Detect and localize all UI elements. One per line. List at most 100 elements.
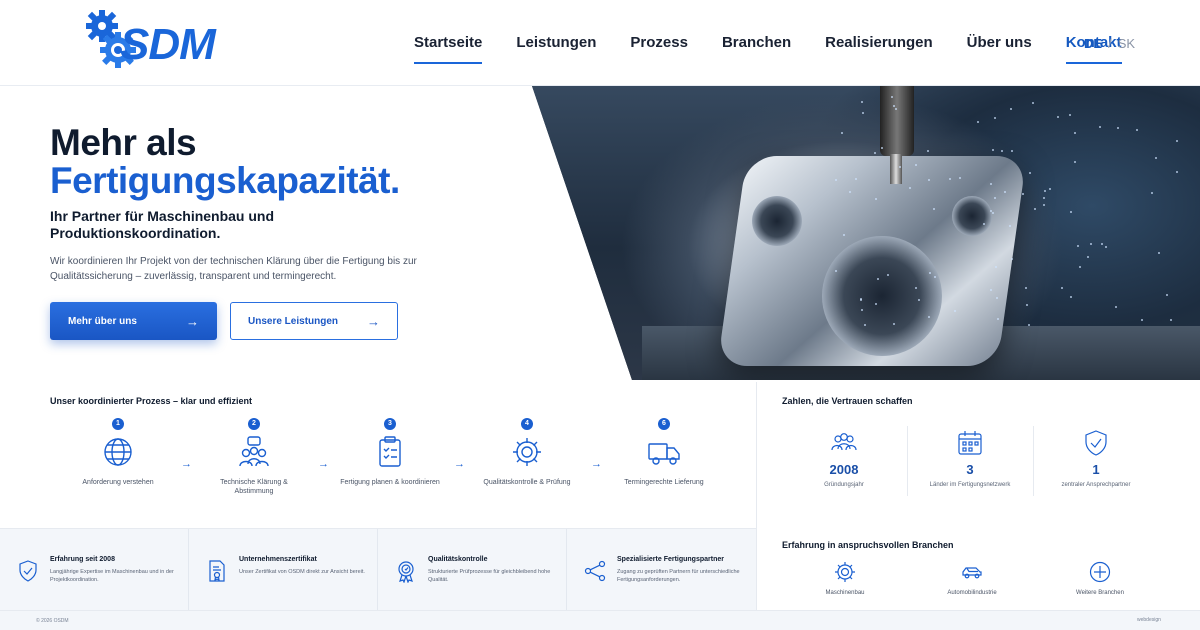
car-icon (960, 560, 984, 584)
spindle-tool (890, 154, 902, 184)
part-bore (822, 236, 942, 356)
shield-check-icon (16, 559, 40, 583)
stats-title: Zahlen, die Vertrauen schaffen (782, 396, 913, 406)
spray-droplet (1069, 296, 1072, 298)
process-step: 4 Qualitätskontrolle & Prüfung (477, 418, 577, 487)
nav-realisierungen[interactable]: Realisierungen (825, 34, 933, 64)
stat-value: 1 (1092, 462, 1100, 477)
spray-droplet (982, 222, 985, 225)
nav-prozess[interactable]: Prozess (630, 34, 688, 64)
hero-description: Wir koordinieren Ihr Projekt von der tec… (50, 256, 417, 282)
arrow-right-icon: → (181, 458, 192, 470)
globe-icon (100, 434, 136, 470)
nav-leistungen[interactable]: Leistungen (516, 34, 596, 64)
clipboard-icon (372, 434, 408, 470)
step-label: Termingerechte Lieferung (624, 479, 704, 486)
spray-droplet (1154, 156, 1157, 159)
spray-droplet (994, 116, 997, 119)
spray-droplet (1176, 139, 1179, 142)
industry-item: Automobilindustrie (917, 560, 1027, 596)
feature-item: Qualitätskontrolle Strukturierte Prüfpro… (378, 529, 567, 611)
spray-droplet (1141, 318, 1143, 321)
arrow-right-icon: → (318, 458, 329, 470)
badge-icon (394, 559, 418, 583)
arrow-right-icon: → (367, 313, 380, 329)
stat-value: 2008 (829, 462, 859, 477)
nav-startseite[interactable]: Startseite (414, 34, 483, 64)
process-step: 1 Anforderung verstehen (68, 418, 168, 487)
nav-branchen[interactable]: Branchen (722, 34, 791, 64)
process-step: 2 Technische Klärung & Abstimmung (204, 418, 304, 496)
spray-droplet (989, 288, 992, 291)
arrow-right-icon: → (454, 458, 465, 470)
footer-copyright: © 2026 OSDM (36, 618, 69, 624)
stat-label: Länder im Fertigungsnetzwerk (929, 482, 1011, 488)
feature-item: Erfahrung seit 2008 Langjährige Expertis… (0, 529, 189, 611)
industry-label: Maschinenbau (825, 590, 865, 596)
step-label: Technische Klärung & Abstimmung (220, 479, 288, 495)
process-step: 3 Fertigung planen & koordinieren (340, 418, 440, 487)
industry-label: Automobilindustrie (947, 590, 997, 596)
logo-text: SDM (120, 20, 216, 69)
about-us-button-label: Mehr über uns (68, 315, 137, 327)
spray-droplet (860, 309, 863, 312)
spray-droplet (996, 296, 999, 299)
feature-description: Zugang zu geprüften Partnern für untersc… (617, 569, 740, 583)
stat-value: 3 (966, 462, 974, 477)
spray-droplet (1028, 323, 1031, 326)
logo[interactable]: SDM (80, 8, 270, 72)
feature-title: Qualitätskontrolle (428, 556, 488, 563)
services-button[interactable]: Unsere Leistungen → (230, 302, 398, 340)
feature-item[interactable]: Unternehmenszertifikat Unser Zertifikat … (189, 529, 378, 611)
spray-droplet (855, 177, 858, 180)
spray-droplet (914, 287, 917, 290)
hero-subtitle: Ihr Partner für Maschinenbau und Produkt… (50, 208, 275, 241)
footer-credit-link[interactable]: webdesign (1137, 617, 1161, 623)
calendar-icon (955, 428, 985, 458)
spray-droplet (842, 234, 845, 237)
spray-droplet (1056, 115, 1059, 118)
step-label: Qualitätskontrolle & Prüfung (483, 479, 571, 486)
industry-item: Weitere Branchen (1045, 560, 1155, 596)
spray-droplet (892, 104, 895, 107)
step-number: 2 (248, 418, 260, 430)
stat-item: 1 zentraler Ansprechpartner (1033, 428, 1159, 489)
lang-sk[interactable]: SK (1118, 36, 1135, 51)
spray-droplet (1028, 171, 1031, 174)
nav-ueber-uns[interactable]: Über uns (967, 34, 1032, 64)
spray-droplet (928, 315, 931, 318)
feature-title: Spezialisierte Fertigungspartner (617, 556, 724, 563)
plus-circle-icon (1088, 560, 1112, 584)
spray-droplet (873, 152, 876, 155)
process-title: Unser koordinierter Prozess – klar und e… (50, 396, 253, 406)
section-divider (756, 382, 757, 610)
step-label: Fertigung planen & koordinieren (340, 479, 440, 486)
site-header: SDM Startseite Leistungen Prozess Branch… (0, 0, 1200, 86)
spray-droplet (899, 165, 902, 168)
gear-icon (833, 560, 857, 584)
features-bar: Erfahrung seit 2008 Langjährige Expertis… (0, 528, 756, 611)
spray-droplet (994, 265, 997, 268)
about-us-button[interactable]: Mehr über uns → (50, 302, 217, 340)
spray-droplet (861, 111, 864, 114)
shield-check-icon (1081, 428, 1111, 458)
process-step: 6 Termingerechte Lieferung (614, 418, 714, 487)
spray-droplet (948, 178, 951, 181)
spindle (880, 86, 914, 156)
step-number: 6 (658, 418, 670, 430)
spray-droplet (914, 164, 917, 167)
gear-icon (509, 434, 545, 470)
industry-item: Maschinenbau (790, 560, 900, 596)
industries-title: Erfahrung in anspruchsvollen Branchen (782, 540, 954, 550)
spray-droplet (953, 309, 956, 312)
lang-de[interactable]: DE (1084, 36, 1102, 51)
feature-item: Spezialisierte Fertigungspartner Zugang … (567, 529, 756, 611)
arrow-right-icon: → (186, 313, 199, 329)
hero-title-line1: Mehr als (50, 122, 197, 163)
stat-label: zentraler Ansprechpartner (1061, 482, 1131, 488)
spray-droplet (840, 131, 843, 134)
spray-droplet (1165, 293, 1168, 296)
spray-droplet (1033, 208, 1036, 211)
lang-separator: / (1108, 36, 1112, 51)
spray-droplet (1073, 160, 1076, 163)
